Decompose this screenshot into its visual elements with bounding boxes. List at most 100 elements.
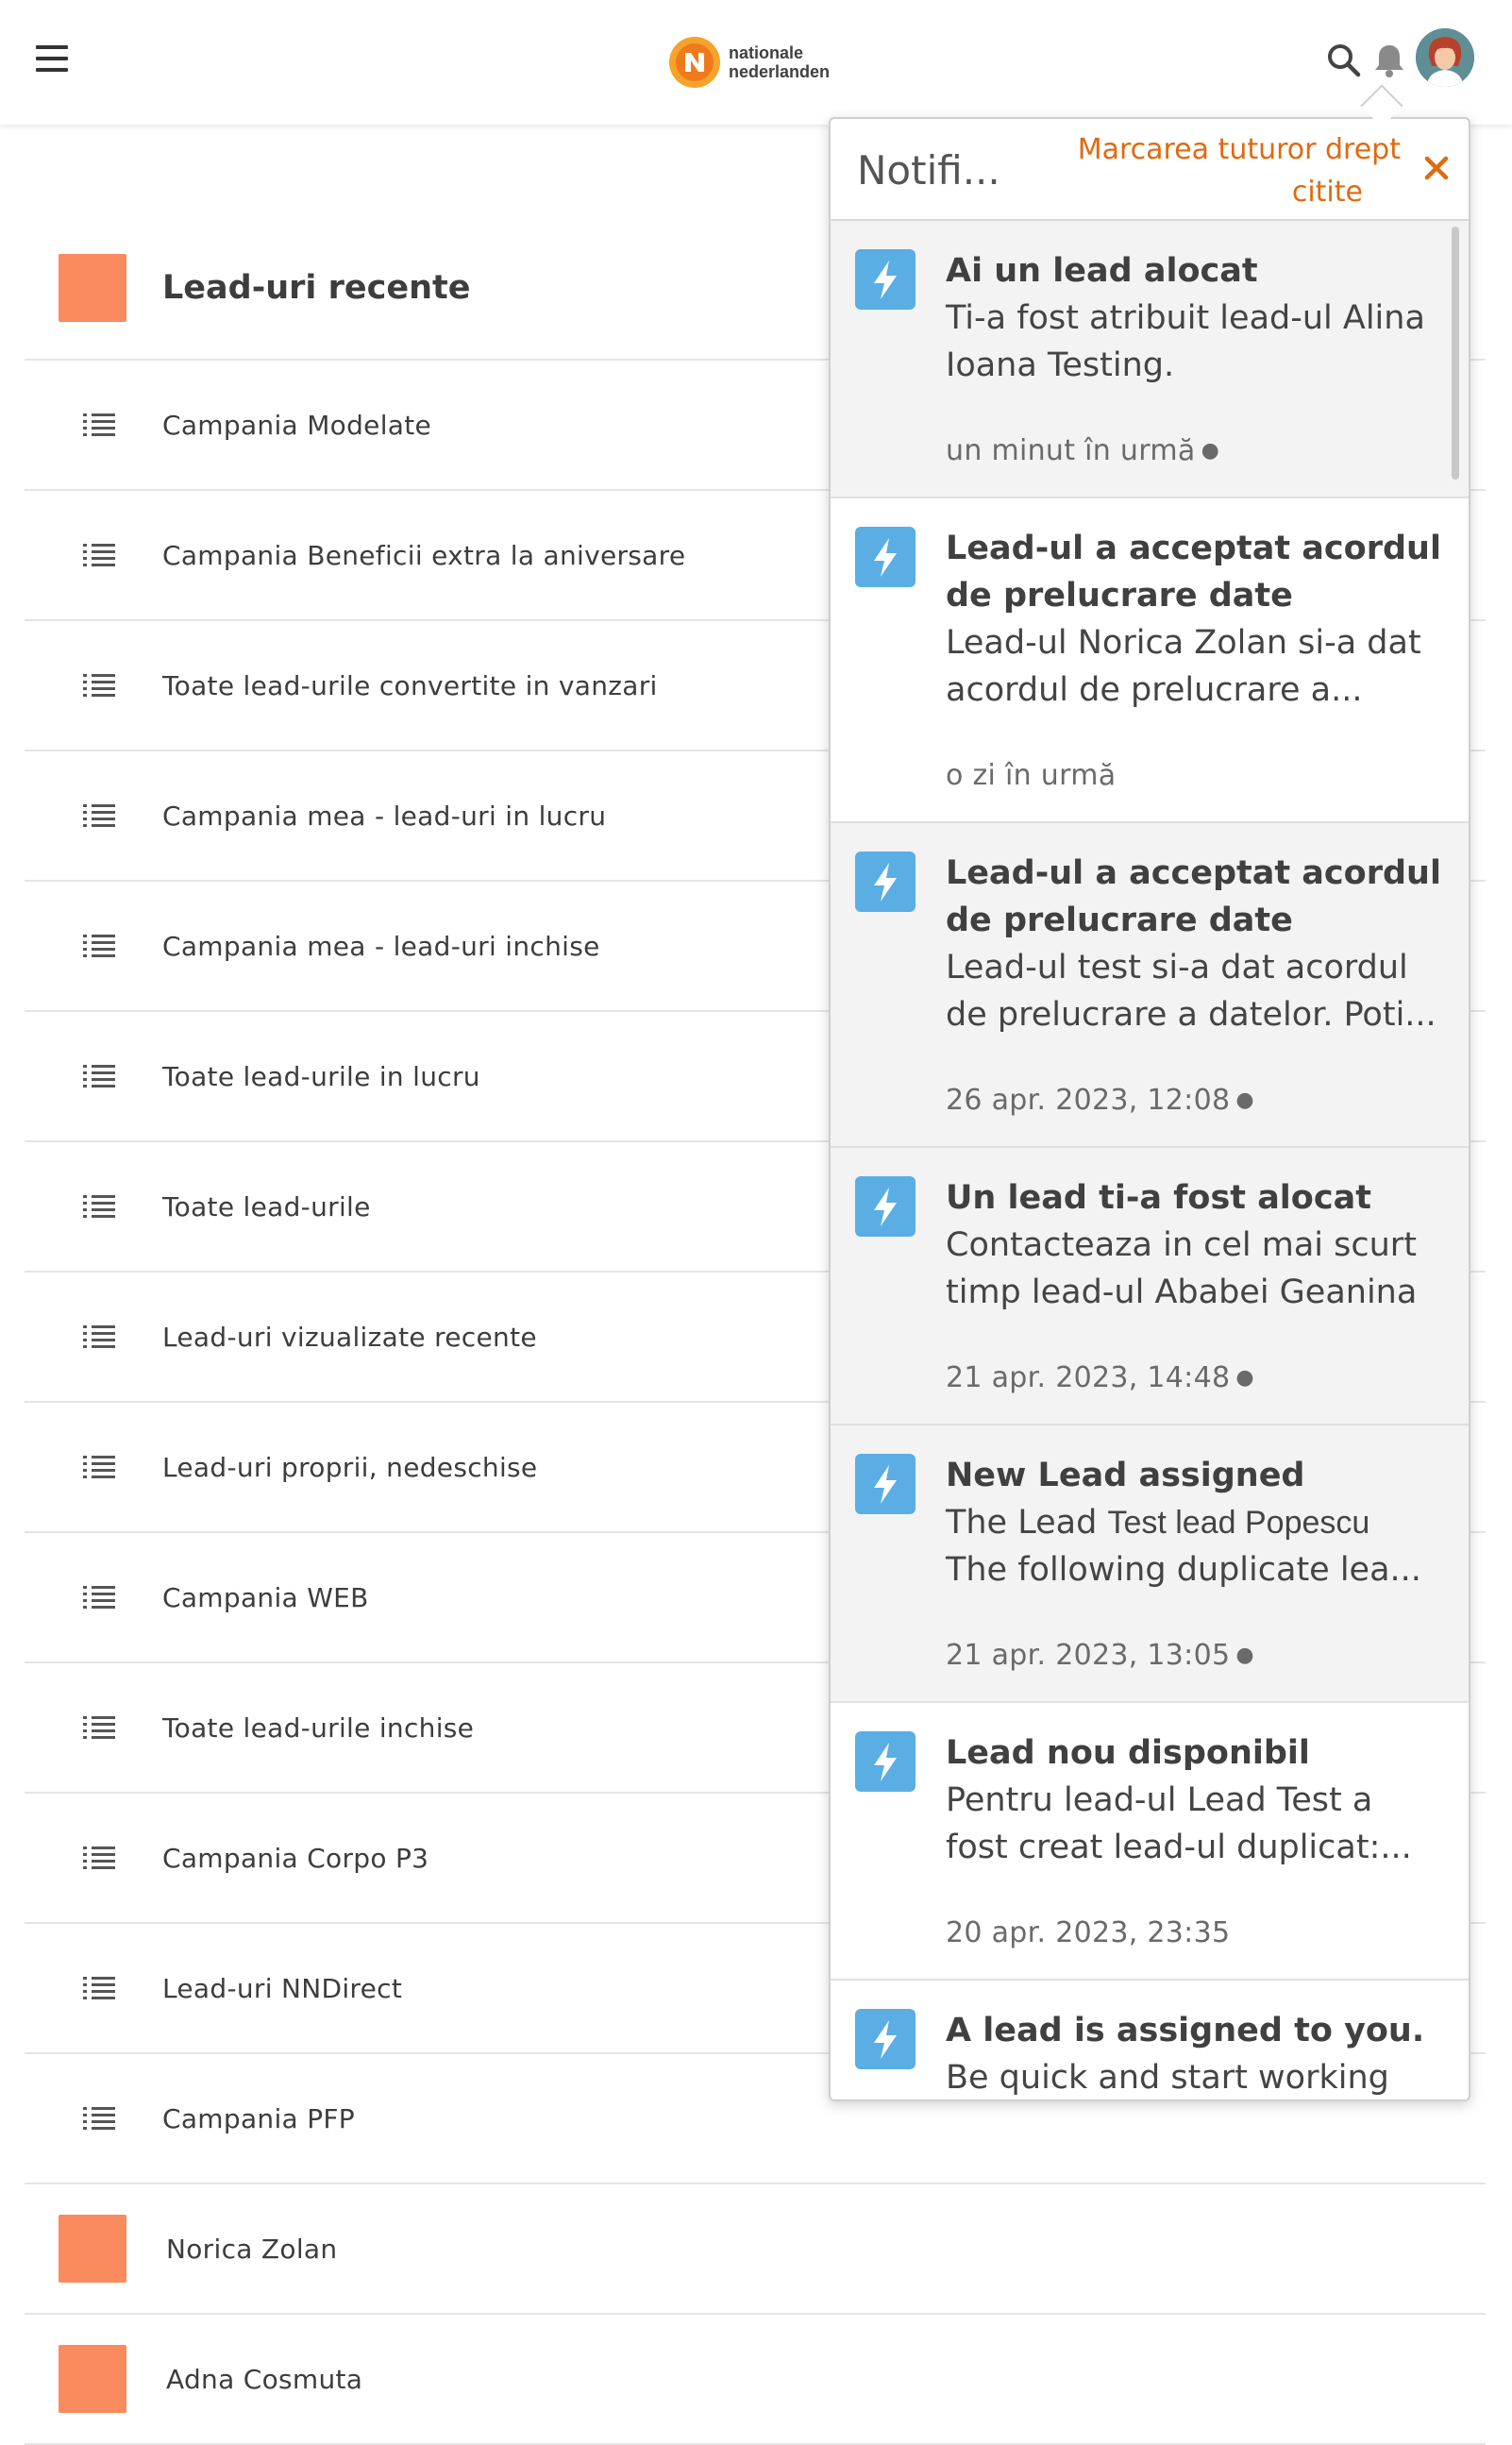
notification-item[interactable]: Lead nou disponibil Pentru lead-ul Lead … (831, 1703, 1469, 1981)
notification-title-line: Un lead ti-a fost alocat (946, 1179, 1371, 1217)
list-view-label: Campania Beneficii extra la aniversare (162, 539, 686, 571)
notification-title-line: A lead is assigned to you. (946, 2012, 1425, 2049)
lead-name: Adna Cosmuta (166, 2363, 363, 2395)
nn-logo-mark-icon (669, 37, 720, 88)
notification-body-line: Pentru lead-ul Lead Test a (946, 1781, 1373, 1819)
notification-title: Ai un lead alocat (946, 247, 1446, 295)
list-view-icon (83, 413, 115, 436)
recent-lead-item[interactable]: Norica Zolan (25, 2184, 1486, 2315)
notification-title-line: Lead-ul a acceptat acordul (946, 530, 1441, 567)
list-view-icon (83, 1716, 115, 1739)
list-view-label: Campania mea - lead-uri inchise (162, 930, 600, 962)
notification-body: Lead-ul test si-a dat acordul de prelucr… (946, 944, 1446, 1038)
notification-time: 20 apr. 2023, 23:35 (946, 1916, 1230, 1949)
list-view-icon (83, 1065, 115, 1088)
notification-time: 26 apr. 2023, 12:08 ● (946, 1084, 1254, 1117)
list-view-icon (83, 1977, 115, 1999)
list-view-icon (83, 2107, 115, 2130)
notification-body-line: The following duplicate lea... (946, 1551, 1421, 1589)
list-view-label: Campania Modelate (162, 409, 432, 441)
notification-item[interactable]: A lead is assigned to you. Be quick and … (831, 1981, 1469, 2099)
user-avatar[interactable] (1416, 28, 1474, 87)
notification-body-line: Lead-ul Norica Zolan si-a dat (946, 624, 1421, 662)
mark-all-read-line-1: Marcarea tuturor drept (1077, 133, 1401, 166)
notification-time: 21 apr. 2023, 14:48 ● (946, 1361, 1254, 1394)
notification-title: A lead is assigned to you. (946, 2007, 1446, 2054)
top-bar: nationale nederlanden (0, 0, 1512, 125)
notification-title-line: de prelucrare date (946, 902, 1293, 939)
notification-item[interactable]: Lead-ul a acceptat acordul de prelucrare… (831, 498, 1469, 823)
notifications-scrollbar[interactable] (1452, 227, 1459, 480)
notification-body-line: Ioana Testing. (946, 346, 1175, 384)
notification-body-line: de prelucrare a datelor. Poti... (946, 996, 1436, 1034)
notification-body-line: Be quick and start working (946, 2059, 1389, 2097)
notification-body: Lead-ul Norica Zolan si-a dat acordul de… (946, 619, 1446, 714)
lead-record-icon (59, 2215, 126, 2283)
list-view-label: Campania mea - lead-uri in lucru (162, 800, 607, 832)
lightning-icon (855, 527, 916, 587)
notification-item[interactable]: Un lead ti-a fost alocat Contacteaza in … (831, 1148, 1469, 1425)
mark-all-read-line-2: citite (1291, 176, 1363, 209)
notification-title: Un lead ti-a fost alocat (946, 1174, 1446, 1222)
notification-title: Lead-ul a acceptat acordul de prelucrare… (946, 525, 1446, 619)
notification-time-text: 21 apr. 2023, 14:48 (946, 1361, 1231, 1394)
mark-all-read-link[interactable]: Marcarea tuturor drept citite (1042, 128, 1401, 213)
unread-dot: ● (1235, 1366, 1254, 1390)
hamburger-menu-icon[interactable] (36, 45, 68, 77)
notification-body-line: The Lead Test lead Popescu (946, 1499, 1446, 1546)
notification-title-line: Lead nou disponibil (946, 1734, 1310, 1772)
notification-body-line: acordul de prelucrare a... (946, 671, 1363, 709)
notifications-header: Notifi... Marcarea tuturor drept citite (831, 119, 1469, 221)
logo-line-2: nederlanden (729, 62, 831, 81)
notification-time-text: 21 apr. 2023, 13:05 (946, 1639, 1231, 1672)
avatar-illustration-icon (1416, 28, 1474, 87)
list-view-icon (83, 935, 115, 957)
notification-time: un minut în urmă ● (946, 434, 1219, 467)
list-view-icon (83, 1586, 115, 1609)
list-view-label: Campania PFP (162, 2102, 355, 2134)
notification-time-text: un minut în urmă (946, 434, 1196, 467)
list-view-label: Toate lead-urile convertite in vanzari (162, 669, 658, 701)
list-view-icon (83, 1195, 115, 1218)
list-view-label: Toate lead-urile in lucru (162, 1060, 480, 1092)
list-view-icon (83, 544, 115, 566)
notification-title: Lead-ul a acceptat acordul de prelucrare… (946, 850, 1446, 944)
list-view-icon (83, 674, 115, 697)
list-title: Lead-uri recente (162, 269, 471, 307)
list-view-label: Lead-uri proprii, nedeschise (162, 1451, 538, 1483)
notifications-title: Notifi... (857, 147, 1000, 194)
lightning-icon (855, 1454, 916, 1514)
notification-body-line: timp lead-ul Ababei Geanina (946, 1273, 1418, 1311)
lead-object-icon (59, 254, 126, 322)
search-icon[interactable] (1325, 42, 1363, 79)
notification-title: Lead nou disponibil (946, 1729, 1446, 1777)
unread-dot: ● (1235, 1088, 1254, 1112)
notification-time: 21 apr. 2023, 13:05 ● (946, 1639, 1254, 1672)
notification-body-line: Ti-a fost atribuit lead-ul Alina (946, 299, 1425, 337)
notification-time-text: o zi în urmă (946, 759, 1117, 792)
notification-body: Pentru lead-ul Lead Test a fost creat le… (946, 1777, 1446, 1871)
notification-body: Ti-a fost atribuit lead-ul Alina Ioana T… (946, 295, 1446, 389)
list-view-label: Lead-uri vizualizate recente (162, 1321, 537, 1353)
notifications-panel: Notifi... Marcarea tuturor drept citite … (829, 117, 1470, 2101)
notification-body-line: Contacteaza in cel mai scurt (946, 1226, 1417, 1264)
bell-icon[interactable] (1372, 42, 1406, 79)
list-view-label: Lead-uri NNDirect (162, 1972, 403, 2004)
list-view-icon (83, 1325, 115, 1348)
list-view-icon (83, 804, 115, 827)
notification-item[interactable]: Lead-ul a acceptat acordul de prelucrare… (831, 823, 1469, 1148)
notification-title-line: Lead-ul a acceptat acordul (946, 854, 1441, 892)
nn-logo[interactable]: nationale nederlanden (668, 34, 830, 91)
lead-name-inline: Test lead Popescu (1107, 1505, 1370, 1541)
recent-lead-item[interactable]: Adna Cosmuta (25, 2315, 1486, 2445)
notification-item[interactable]: Ai un lead alocat Ti-a fost atribuit lea… (831, 221, 1469, 498)
lightning-icon (855, 852, 916, 912)
notification-item[interactable]: New Lead assigned The Lead Test lead Pop… (831, 1425, 1469, 1703)
list-view-label: Campania WEB (162, 1581, 369, 1613)
list-view-label: Campania Corpo P3 (162, 1842, 429, 1874)
notification-time-text: 20 apr. 2023, 23:35 (946, 1916, 1231, 1949)
close-icon[interactable] (1421, 153, 1452, 183)
list-view-label: Toate lead-urile inchise (162, 1712, 475, 1744)
unread-dot: ● (1235, 1644, 1254, 1667)
notification-body: Contacteaza in cel mai scurt timp lead-u… (946, 1222, 1446, 1316)
